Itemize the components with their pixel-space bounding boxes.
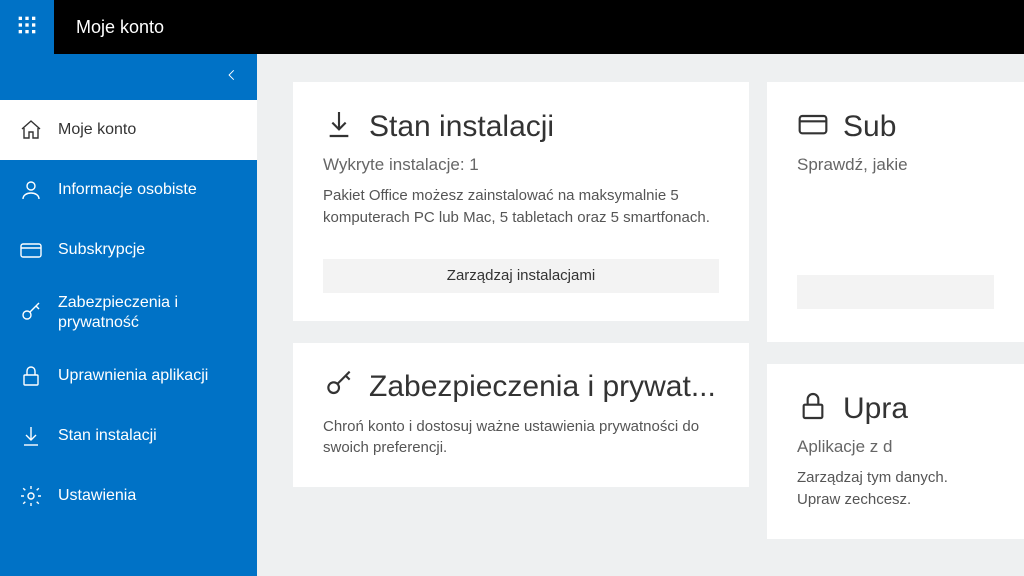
sidebar-collapse-button[interactable] — [0, 54, 257, 100]
card-subtitle: Wykryte instalacje: 1 — [323, 155, 719, 175]
card-icon — [797, 108, 829, 145]
home-icon — [18, 117, 44, 143]
key-icon — [18, 300, 44, 326]
download-icon — [323, 108, 355, 145]
card-body: Chroń konto i dostosuj ważne ustawienia … — [323, 416, 719, 460]
card-subtitle: Aplikacje z d — [797, 437, 994, 457]
sidebar-item-subscriptions[interactable]: Subskrypcje — [0, 220, 257, 280]
lock-icon — [18, 363, 44, 389]
sidebar-item-label: Stan instalacji — [58, 426, 157, 446]
main-content: Stan instalacji Wykryte instalacje: 1 Pa… — [257, 54, 1024, 576]
manage-installs-button[interactable]: Zarządzaj instalacjami — [323, 259, 719, 293]
card-install-status: Stan instalacji Wykryte instalacje: 1 Pa… — [293, 82, 749, 321]
card-body: Pakiet Office możesz zainstalować na mak… — [323, 185, 719, 229]
card-subtitle: Sprawdź, jakie — [797, 155, 994, 175]
card-title: Zabezpieczenia i prywat... — [369, 370, 716, 404]
sidebar-item-security-privacy[interactable]: Zabezpieczenia i prywatność — [0, 280, 257, 346]
waffle-icon — [17, 15, 37, 40]
key-icon — [323, 369, 355, 406]
card-title: Sub — [843, 110, 896, 144]
card-icon — [18, 237, 44, 263]
card-title: Stan instalacji — [369, 110, 554, 144]
sidebar-item-my-account[interactable]: Moje konto — [0, 100, 257, 160]
card-subscriptions: Sub Sprawdź, jakie — [767, 82, 1024, 342]
lock-icon — [797, 390, 829, 427]
sidebar-item-personal-info[interactable]: Informacje osobiste — [0, 160, 257, 220]
sidebar-item-label: Informacje osobiste — [58, 180, 197, 200]
card-security-privacy: Zabezpieczenia i prywat... Chroń konto i… — [293, 343, 749, 488]
card-app-permissions: Upra Aplikacje z d Zarządzaj tym danych.… — [767, 364, 1024, 539]
sidebar-item-label: Subskrypcje — [58, 240, 145, 260]
subscriptions-button[interactable] — [797, 275, 994, 309]
card-title: Upra — [843, 392, 908, 426]
sidebar-item-label: Zabezpieczenia i prywatność — [58, 293, 257, 333]
sidebar-item-label: Ustawienia — [58, 486, 136, 506]
chevron-left-icon — [225, 68, 239, 87]
sidebar-item-app-permissions[interactable]: Uprawnienia aplikacji — [0, 346, 257, 406]
sidebar-item-label: Moje konto — [58, 120, 136, 140]
sidebar-item-settings[interactable]: Ustawienia — [0, 466, 257, 526]
card-body: Zarządzaj tym danych. Upraw zechcesz. — [797, 467, 994, 511]
page-title: Moje konto — [54, 17, 164, 38]
sidebar: Moje konto Informacje osobiste Subskrypc… — [0, 54, 257, 576]
app-launcher-button[interactable] — [0, 0, 54, 54]
sidebar-item-label: Uprawnienia aplikacji — [58, 366, 208, 386]
sidebar-item-install-status[interactable]: Stan instalacji — [0, 406, 257, 466]
download-icon — [18, 423, 44, 449]
topbar: Moje konto — [0, 0, 1024, 54]
gear-icon — [18, 483, 44, 509]
person-icon — [18, 177, 44, 203]
